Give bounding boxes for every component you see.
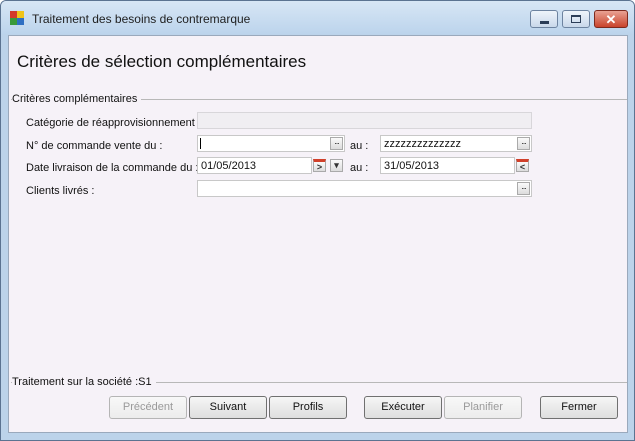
date-from-input[interactable] — [198, 158, 311, 173]
clients-input[interactable] — [198, 181, 531, 196]
date-to-input[interactable] — [381, 158, 514, 173]
text-caret — [200, 138, 201, 149]
date-livraison-label: Date livraison de la commande du : — [26, 162, 199, 174]
commande-to-field[interactable]: ... — [380, 135, 532, 152]
date-from-field[interactable] — [197, 157, 312, 174]
societe-label: Traitement sur la société :S1 — [12, 376, 156, 388]
date-to-prev-icon[interactable]: < — [516, 159, 529, 172]
title-bar[interactable]: Traitement des besoins de contremarque ✕ — [1, 1, 634, 34]
maximize-button[interactable] — [562, 10, 590, 28]
categorie-input — [198, 113, 531, 128]
commande-label: N° de commande vente du : — [26, 140, 163, 152]
close-icon: ✕ — [605, 11, 617, 27]
date-from-dropdown-icon[interactable]: ▾ — [330, 159, 343, 172]
application-window: Traitement des besoins de contremarque ✕… — [0, 0, 635, 441]
window-title: Traitement des besoins de contremarque — [32, 12, 251, 26]
profils-button[interactable]: Profils — [269, 396, 347, 419]
fermer-button[interactable]: Fermer — [540, 396, 618, 419]
maximize-icon — [571, 15, 581, 23]
categorie-field — [197, 112, 532, 129]
group-label: Critères complémentaires — [12, 93, 142, 105]
date-to-label: au : — [350, 162, 369, 174]
suivant-button[interactable]: Suivant — [189, 396, 267, 419]
planifier-button[interactable]: Planifier — [444, 396, 522, 419]
executer-button[interactable]: Exécuter — [364, 396, 442, 419]
commande-from-lookup-button[interactable]: ... — [330, 137, 343, 150]
close-button[interactable]: ✕ — [594, 10, 628, 28]
commande-to-label: au : — [350, 140, 369, 152]
date-from-next-icon[interactable]: > — [313, 159, 326, 172]
date-to-field[interactable] — [380, 157, 515, 174]
app-icon — [10, 11, 24, 25]
minimize-icon — [539, 20, 549, 24]
commande-to-input[interactable] — [381, 136, 531, 151]
clients-lookup-button[interactable]: ... — [517, 182, 530, 195]
clients-label: Clients livrés : — [26, 185, 95, 197]
commande-to-lookup-button[interactable]: ... — [517, 137, 530, 150]
precedent-button[interactable]: Précédent — [109, 396, 187, 419]
commande-from-field[interactable]: ... — [197, 135, 345, 152]
clients-field[interactable]: ... — [197, 180, 532, 197]
page-title: Critères de sélection complémentaires — [17, 52, 307, 71]
minimize-button[interactable] — [530, 10, 558, 28]
categorie-label: Catégorie de réapprovisionnement : — [26, 117, 201, 129]
commande-from-input[interactable] — [198, 136, 344, 151]
client-area: Critères de sélection complémentaires Cr… — [8, 35, 628, 433]
